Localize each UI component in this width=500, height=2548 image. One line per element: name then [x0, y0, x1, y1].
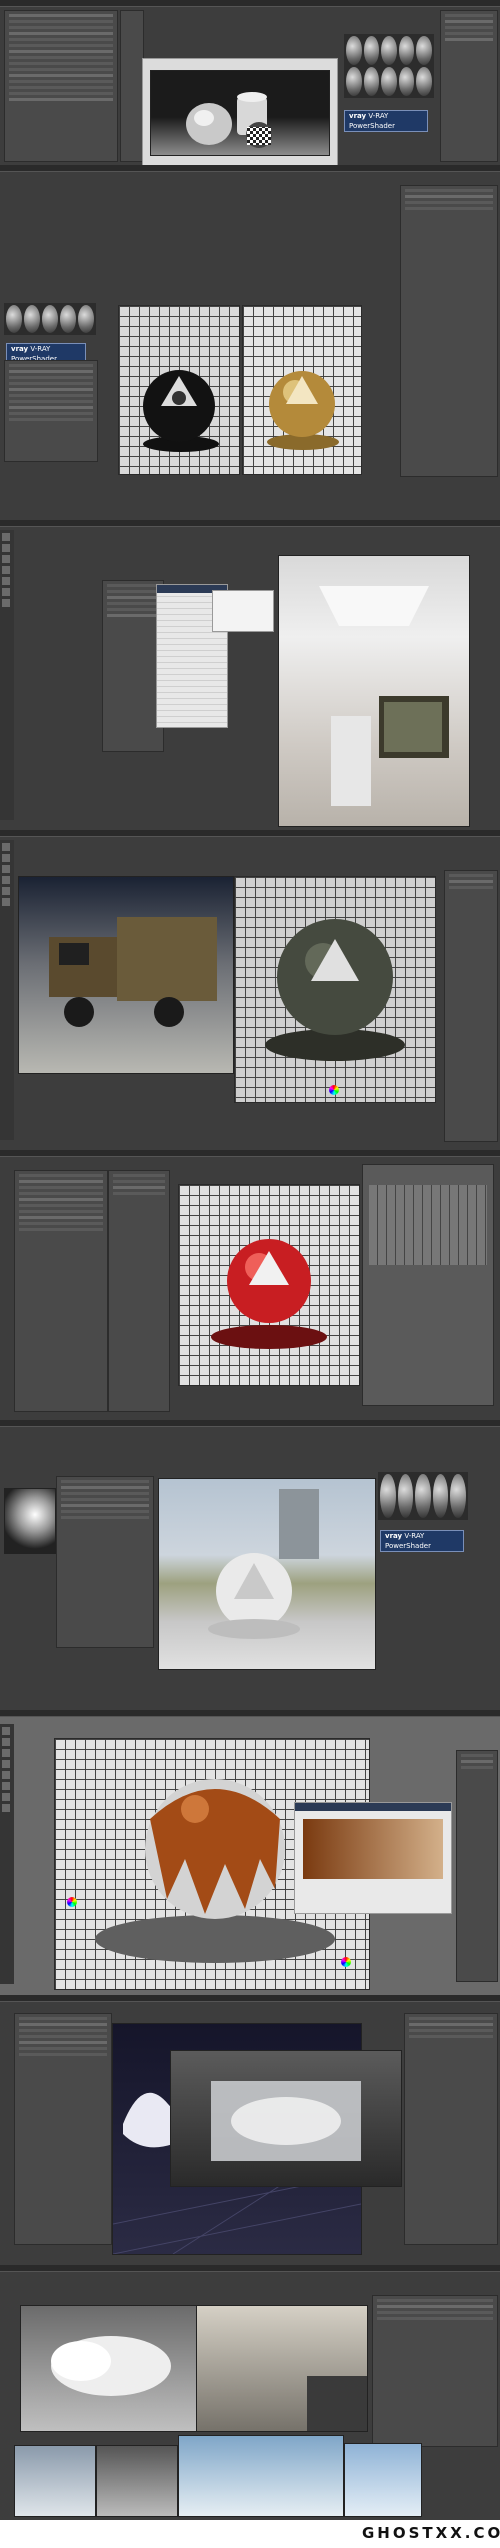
material-preview-right[interactable]	[242, 305, 362, 475]
ice-block-render	[170, 2050, 402, 2187]
screenshot-strip-9	[0, 2265, 500, 2520]
menu-bar[interactable]	[0, 2265, 500, 2272]
cloud-thumb-2	[96, 2445, 178, 2517]
black-material-sphere	[143, 370, 219, 452]
menu-bar[interactable]	[0, 165, 500, 172]
gold-material-sphere	[267, 371, 339, 450]
color-wheel-icon	[329, 1085, 339, 1095]
render-preview	[186, 92, 272, 148]
material-slots[interactable]	[344, 34, 434, 98]
material-editor-panel[interactable]	[14, 1170, 108, 1412]
sky-thumb	[344, 2443, 422, 2517]
levels-dialog[interactable]	[294, 1802, 452, 1914]
render-frame	[150, 70, 330, 156]
menu-bar[interactable]	[0, 1995, 500, 2002]
command-panel[interactable]	[404, 2013, 498, 2245]
screenshot-strip-7	[0, 1710, 500, 1995]
menu-bar[interactable]	[0, 1150, 500, 1157]
photoshop-right-panel[interactable]	[372, 2295, 498, 2447]
screenshot-strip-2: vray V-RAY PowerShader	[0, 165, 500, 520]
material-editor-panel[interactable]	[56, 1476, 154, 1648]
screenshot-strip-3	[0, 520, 500, 830]
menu-bar[interactable]	[0, 1420, 500, 1427]
command-panel[interactable]	[400, 185, 498, 477]
menu-bar[interactable]	[0, 1710, 500, 1717]
screenshot-strip-1: vray V-RAY PowerShader	[0, 0, 500, 165]
screenshot-strip-4	[0, 830, 500, 1150]
toolbar-left[interactable]	[0, 840, 14, 1140]
layers-panel[interactable]	[456, 1750, 498, 1982]
cloud-render-large	[20, 2305, 202, 2432]
sunset-cloud-render	[196, 2305, 368, 2432]
vray-parameters-panel[interactable]	[4, 360, 98, 462]
parameters-panel[interactable]	[120, 10, 144, 162]
photoshop-tools[interactable]	[0, 1724, 14, 1984]
color-selector-panel[interactable]	[362, 1164, 494, 1406]
military-material-preview[interactable]	[234, 876, 436, 1103]
screenshot-strip-8	[0, 1995, 500, 2265]
menu-bar[interactable]	[0, 830, 500, 837]
menu-bar[interactable]	[0, 0, 500, 7]
screenshot-strip-6: vray V-RAY PowerShader	[0, 1420, 500, 1710]
side-panel[interactable]	[444, 870, 498, 1142]
material-preview-left[interactable]	[118, 305, 240, 475]
material-editor-panel[interactable]	[4, 10, 118, 162]
menu-bar[interactable]	[0, 520, 500, 527]
vray-logo-icon: vray V-RAY PowerShader	[344, 110, 428, 132]
watermark: GHOSTXX.COM	[362, 2524, 500, 2542]
truck-photo	[18, 876, 234, 1074]
color-wheel-icon	[341, 1957, 351, 1967]
command-panel[interactable]	[440, 10, 498, 162]
material-params-window[interactable]	[212, 590, 274, 632]
chrome-sphere-preview	[4, 1488, 56, 1554]
parameters-panel[interactable]	[108, 1170, 170, 1412]
material-slots[interactable]	[4, 303, 96, 335]
material-slots[interactable]	[378, 1472, 468, 1520]
ocean-cloud-render	[178, 2435, 344, 2517]
toolbar-left[interactable]	[0, 530, 14, 820]
red-material-preview[interactable]	[178, 1184, 360, 1386]
color-wheel-icon	[67, 1897, 77, 1907]
screenshot-strip-5	[0, 1150, 500, 1420]
material-browser[interactable]	[102, 580, 164, 752]
material-editor-panel[interactable]	[14, 2013, 112, 2245]
street-render	[158, 1478, 376, 1670]
vray-logo-icon: vray V-RAY PowerShader	[380, 1530, 464, 1552]
cloud-thumb-1	[14, 2445, 96, 2517]
interior-render	[278, 555, 470, 827]
